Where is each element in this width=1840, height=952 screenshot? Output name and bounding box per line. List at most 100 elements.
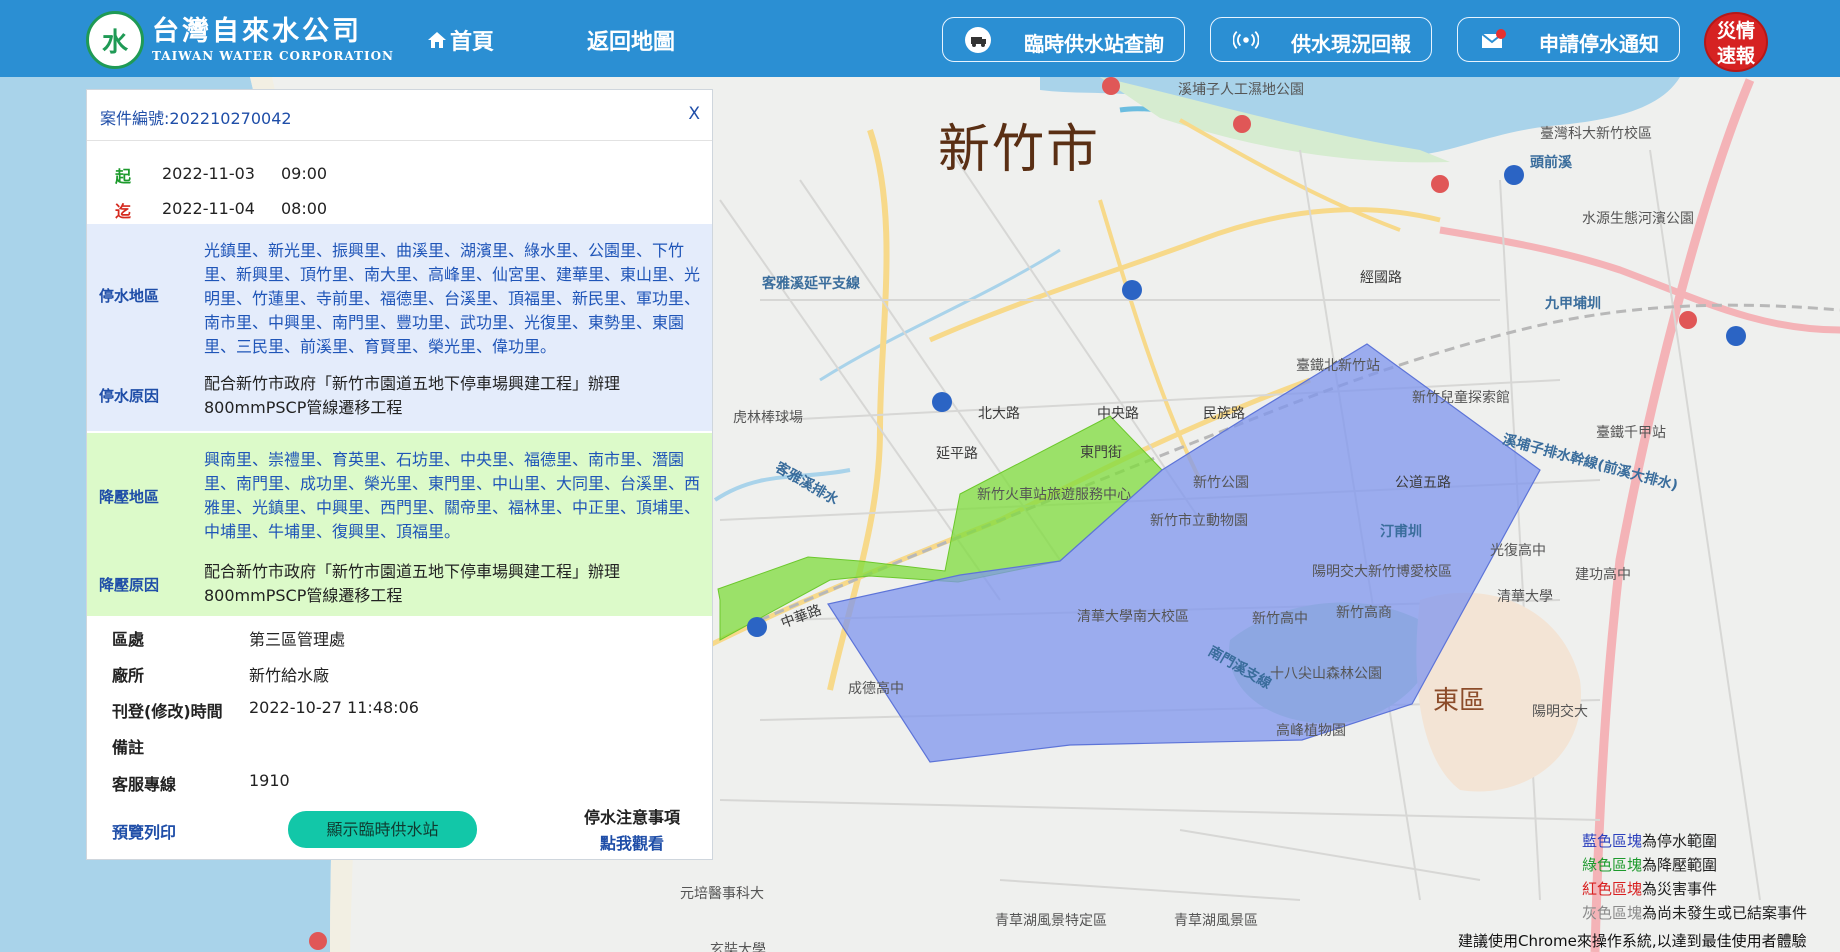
map-label: 臺鐵北新竹站 xyxy=(1296,358,1380,374)
map-city-label: 新竹市 xyxy=(938,120,1101,180)
outage-area-value: 光鎮里、新光里、振興里、曲溪里、湖濱里、綠水里、公園里、下竹里、新興里、頂竹里、… xyxy=(204,241,701,356)
legend-item-disaster: 紅色區塊為災害事件 xyxy=(1582,880,1718,898)
notice-link[interactable]: 點我觀看 xyxy=(577,830,687,854)
print-preview-link[interactable]: 預覽列印 xyxy=(112,819,176,843)
hotline-row: 客服專線 1910 xyxy=(87,763,712,799)
disaster-report-button[interactable]: 災情速報 xyxy=(1704,12,1768,72)
map-district-label: 東區 xyxy=(1433,686,1486,716)
map-label: 頭前溪 xyxy=(1530,155,1572,171)
water-outage-notification-label: 申請停水通知 xyxy=(1539,32,1659,56)
outage-reason-value: 配合新竹市政府「新竹市園道五地下停車場興建工程」辦理800mmPSCP管線遷移工… xyxy=(204,374,621,417)
plant-row: 廠所 新竹給水廠 xyxy=(87,654,712,690)
map-label: 高峰植物園 xyxy=(1276,723,1346,739)
map-legend: 藍色區塊為停水範圍 綠色區塊為降壓範圍 紅色區塊為災害事件 灰色區塊為尚未發生或… xyxy=(1582,829,1807,925)
map-label: 青草湖風景區 xyxy=(1174,913,1258,929)
map-label: 成德高中 xyxy=(848,681,904,697)
map-label: 經國路 xyxy=(1360,270,1402,286)
end-time-row: 迄 2022-11-04 08:00 xyxy=(87,191,712,225)
outage-area-label: 停水地區 xyxy=(99,287,160,305)
map-label: 北大路 xyxy=(978,406,1020,422)
map-label: 清華大學南大校區 xyxy=(1077,609,1189,625)
close-panel-button[interactable]: X xyxy=(688,104,700,124)
hotline-label: 客服專線 xyxy=(112,775,177,794)
map-label: 虎林棒球場 xyxy=(733,410,803,426)
envelope-alert-icon xyxy=(1480,27,1506,53)
map-label: 新竹兒童探索館 xyxy=(1412,390,1510,406)
temporary-water-station-search-button[interactable]: 臨時供水站查詢 xyxy=(942,17,1185,62)
map-label: 玄奘大學 xyxy=(710,942,766,952)
map-label: 臺鐵千甲站 xyxy=(1596,425,1666,441)
home-icon xyxy=(428,32,446,48)
end-date: 2022-11-04 xyxy=(162,199,255,218)
water-drop-logo-icon: 水 xyxy=(86,11,144,69)
map-label: 元培醫事科大 xyxy=(680,886,764,902)
water-truck-icon xyxy=(965,27,991,53)
end-time: 08:00 xyxy=(281,199,328,218)
map-label: 新竹火車站旅遊服務中心 xyxy=(977,487,1131,503)
note-label: 備註 xyxy=(112,738,145,757)
map-label: 新竹公園 xyxy=(1193,475,1249,491)
map-label: 新竹市立動物園 xyxy=(1150,513,1248,529)
pressure-reason-value: 配合新竹市政府「新竹市園道五地下停車場興建工程」辦理800mmPSCP管線遷移工… xyxy=(204,562,621,605)
map-label: 新竹高商 xyxy=(1336,605,1392,621)
map-label: 清華大學 xyxy=(1497,589,1553,605)
nav-back-to-map-link[interactable]: 返回地圖 xyxy=(587,24,675,56)
published-value: 2022-10-27 11:48:06 xyxy=(249,698,419,717)
pressure-section: 降壓地區 興南里、崇禮里、育英里、石坊里、中央里、福德里、南市里、潛園里、南門里… xyxy=(87,433,712,616)
district-row: 區處 第三區管理處 xyxy=(87,618,712,654)
temporary-water-station-label: 臨時供水站查詢 xyxy=(1024,32,1164,56)
legend-item-pressure: 綠色區塊為降壓範圍 xyxy=(1582,856,1718,874)
outage-detail-panel: 案件編號:202210270042 X 起 2022-11-03 09:00 迄… xyxy=(86,89,713,860)
panel-header: 案件編號:202210270042 X xyxy=(87,90,712,141)
outage-reason-label: 停水原因 xyxy=(99,387,160,405)
note-row: 備註 xyxy=(87,726,712,762)
plant-value: 新竹給水廠 xyxy=(249,666,330,685)
notice-title: 停水注意事項 xyxy=(583,808,680,827)
company-logo[interactable]: 水 台灣自來水公司 TAIWAN WATER CORPORATION xyxy=(86,11,394,69)
disaster-report-label: 災情速報 xyxy=(1717,20,1756,67)
map-label: 客雅溪延平支線 xyxy=(762,276,860,292)
show-temporary-station-button[interactable]: 顯示臨時供水站 xyxy=(288,811,477,848)
map-label: 青草湖風景特定區 xyxy=(995,913,1107,929)
water-supply-report-label: 供水現況回報 xyxy=(1291,32,1411,56)
start-date: 2022-11-03 xyxy=(162,164,255,183)
start-label: 起 xyxy=(115,167,132,186)
hotline-value: 1910 xyxy=(249,771,290,790)
start-time: 09:00 xyxy=(281,164,328,183)
pressure-area-label: 降壓地區 xyxy=(99,488,160,506)
start-time-row: 起 2022-11-03 09:00 xyxy=(87,156,712,190)
broadcast-signal-icon xyxy=(1233,27,1259,53)
legend-item-closed: 灰色區塊為尚未發生或已結案事件 xyxy=(1582,904,1808,922)
logo-chinese-name: 台灣自來水公司 xyxy=(152,16,362,47)
map-label: 光復高中 xyxy=(1490,543,1546,559)
district-value: 第三區管理處 xyxy=(249,630,346,649)
nav-home-link[interactable]: 首頁 xyxy=(426,24,494,56)
plant-label: 廠所 xyxy=(112,666,145,685)
map-label: 水源生態河濱公園 xyxy=(1582,211,1694,227)
published-row: 刊登(修改)時間 2022-10-27 11:48:06 xyxy=(87,690,712,726)
map-label: 東門街 xyxy=(1080,445,1122,461)
map-label: 公道五路 xyxy=(1395,475,1451,491)
browser-hint: 建議使用Chrome來操作系統,以達到最佳使用者體驗 xyxy=(1458,932,1807,950)
pressure-reason-label: 降壓原因 xyxy=(99,576,160,594)
map-label: 新竹高中 xyxy=(1252,611,1308,627)
district-label: 區處 xyxy=(112,630,145,649)
map-label: 九甲埔圳 xyxy=(1545,296,1601,312)
water-supply-report-button[interactable]: 供水現況回報 xyxy=(1210,17,1432,62)
legend-item-outage: 藍色區塊為停水範圍 xyxy=(1582,832,1718,850)
top-navigation-bar: 水 台灣自來水公司 TAIWAN WATER CORPORATION 首頁 返回… xyxy=(0,0,1840,77)
map-label: 陽明交大 xyxy=(1532,704,1588,720)
map-label: 陽明交大新竹博愛校區 xyxy=(1312,564,1452,580)
map-label: 臺灣科大新竹校區 xyxy=(1540,126,1652,142)
map-label: 溪埔子人工濕地公園 xyxy=(1178,82,1304,98)
water-outage-notification-button[interactable]: 申請停水通知 xyxy=(1457,17,1680,62)
pressure-area-value: 興南里、崇禮里、育英里、石坊里、中央里、福德里、南市里、潛園里、南門里、成功里、… xyxy=(204,450,701,541)
outage-section: 停水地區 光鎮里、新光里、振興里、曲溪里、湖濱里、綠水里、公園里、下竹里、新興里… xyxy=(87,224,712,431)
logo-english-name: TAIWAN WATER CORPORATION xyxy=(152,49,394,63)
map-label: 延平路 xyxy=(936,446,978,462)
map-label: 汀甫圳 xyxy=(1380,524,1422,540)
end-label: 迄 xyxy=(115,202,132,221)
published-label: 刊登(修改)時間 xyxy=(112,702,223,721)
map-label: 十八尖山森林公園 xyxy=(1270,666,1382,682)
nav-home-label: 首頁 xyxy=(450,30,495,55)
